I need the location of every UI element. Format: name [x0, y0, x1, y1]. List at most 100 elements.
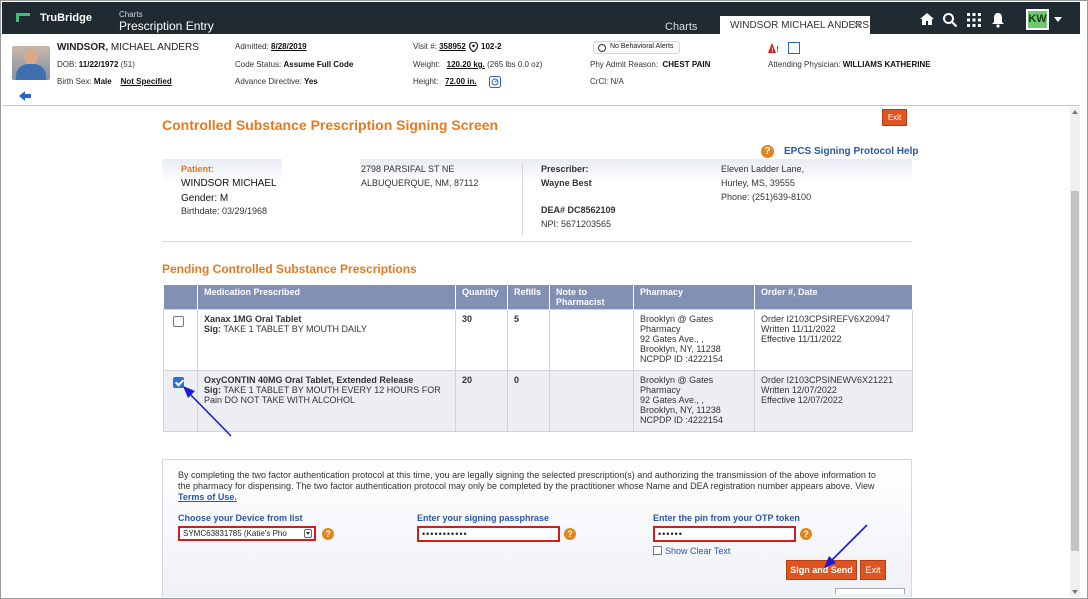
tab-patient-label: WINDSOR MICHAEL ANDERS	[730, 20, 870, 31]
medication-sig: Sig: TAKE 1 TABLET BY MOUTH EVERY 12 HOU…	[204, 385, 441, 405]
sign-and-send-button[interactable]: Sign and Send	[786, 560, 857, 580]
scroll-thumb[interactable]	[1071, 191, 1079, 551]
behavioral-alerts-badge[interactable]: No Behavioral Alerts	[593, 41, 681, 54]
header-medication: Medication Prescribed	[197, 285, 456, 310]
header-order: Order #, Date	[754, 285, 913, 310]
scroll-down-icon[interactable]	[1072, 590, 1078, 594]
back-arrow-icon[interactable]	[19, 91, 31, 101]
quantity-cell: 30	[455, 309, 508, 371]
note-cell	[549, 370, 634, 432]
device-help-icon[interactable]: ?	[322, 528, 334, 540]
legal-notice: By completing the two factor authenticat…	[178, 470, 876, 502]
pharmacy-line: Brooklyn @ Gates	[640, 314, 714, 324]
pending-prescriptions-table: Medication Prescribed Quantity Refills N…	[163, 285, 913, 432]
screen-title: Controlled Substance Prescription Signin…	[162, 117, 499, 133]
pin-help-icon[interactable]: ?	[800, 528, 812, 540]
home-icon[interactable]	[919, 12, 935, 26]
patient-photo	[12, 46, 50, 80]
alert-circle-icon	[598, 44, 606, 52]
dob: DOB: 11/22/1972 (51)	[57, 60, 135, 69]
order-line: Effective 11/11/2022	[761, 334, 842, 344]
svg-text:!: !	[771, 48, 773, 54]
attending-physician: Attending Physician: WILLIAMS KATHERINE	[768, 60, 931, 69]
visit-number: Visit #: 358952	[413, 42, 466, 51]
order-line: Order I2103CPSIREFV6X20947	[761, 314, 891, 324]
user-avatar[interactable]: KW	[1026, 9, 1049, 30]
show-clear-text[interactable]: Show Clear Text	[653, 546, 730, 556]
pharmacy-line: NCPDP ID :4222154	[640, 354, 723, 364]
device-select[interactable]: SYMC63831785 (Katie's Pho	[178, 526, 316, 541]
admitted: Admitted: 8/28/2019	[235, 42, 307, 51]
height-history-icon[interactable]	[489, 76, 501, 88]
chevron-down-icon[interactable]	[1054, 17, 1062, 22]
tab-patient[interactable]: WINDSOR MICHAEL ANDERS ✕	[720, 16, 870, 35]
vertical-scrollbar[interactable]	[1070, 107, 1080, 597]
pharmacy-line: Brooklyn, NY, 11238	[640, 405, 721, 415]
trubridge-logo-icon	[16, 13, 30, 22]
show-clear-checkbox[interactable]	[653, 546, 662, 555]
weight: Weight: 120.20 kg. (265 lbs 0.0 oz)	[413, 60, 543, 69]
passphrase-label: Enter your signing passphrase	[417, 513, 550, 523]
order-line: Written 12/07/2022	[761, 385, 837, 395]
row-checkbox[interactable]	[173, 377, 184, 388]
advance-directive: Advance Directive: Yes	[235, 77, 318, 86]
patient-header: WINDSOR, MICHAEL ANDERS DOB: 11/22/1972 …	[2, 34, 1080, 106]
partial-element	[835, 588, 905, 594]
admit-reason: Phy Admit Reason: CHEST PAIN	[590, 60, 711, 69]
passphrase-help-icon[interactable]: ?	[564, 528, 576, 540]
pharmacy-line: Brooklyn, NY, 11238	[640, 344, 721, 354]
row-checkbox[interactable]	[173, 316, 184, 327]
prescriber-address-line1: Eleven Ladder Lane,	[721, 164, 805, 174]
scroll-up-icon[interactable]	[1072, 110, 1078, 114]
passphrase-input[interactable]: •••••••••••	[417, 526, 560, 542]
patient-birthdate: Birthdate: 03/29/1968	[181, 206, 268, 216]
order-cell: Order I2103CPSINEWV6X21221 Written 12/07…	[754, 370, 913, 432]
edit-icon[interactable]	[788, 42, 800, 54]
header-pharmacy: Pharmacy	[633, 285, 755, 310]
header-refills: Refills	[507, 285, 550, 310]
apps-grid-icon[interactable]	[967, 13, 981, 27]
medication-name: OxyCONTIN 40MG Oral Tablet, Extended Rel…	[204, 375, 414, 385]
prescriber-dea: DEA# DC8562109	[541, 205, 616, 215]
header-quantity: Quantity	[455, 285, 508, 310]
allergy-warning-icon[interactable]: !!	[768, 42, 782, 54]
prescriber-phone: Phone: (251)639-8100	[721, 192, 812, 202]
help-icon[interactable]: ?	[761, 145, 774, 158]
pharmacy-line: Pharmacy	[640, 385, 681, 395]
device-label: Choose your Device from list	[178, 513, 303, 523]
section-divider	[162, 241, 912, 242]
epcs-help-link[interactable]: EPCS Signing Protocol Help	[784, 146, 918, 157]
section-label: Charts	[119, 10, 143, 19]
exit-button-bottom[interactable]: Exit	[860, 560, 886, 580]
otp-pin-input[interactable]: ••••••	[653, 526, 796, 542]
app-window: TruBridge Charts Prescription Entry Char…	[0, 0, 1088, 599]
table-row: OxyCONTIN 40MG Oral Tablet, Extended Rel…	[163, 370, 913, 432]
close-icon[interactable]: ✕	[852, 18, 862, 32]
redacted-area	[282, 159, 360, 245]
refills-cell: 0	[507, 370, 550, 432]
crcl: CrCl: N/A	[590, 77, 624, 86]
patient-prescriber-panel: Patient: WINDSOR MICHAEL Gender: M Birth…	[162, 159, 912, 245]
medication-cell: Xanax 1MG Oral Tablet Sig: TAKE 1 TABLET…	[197, 309, 456, 371]
birth-sex: Birth Sex: Male Not Specified	[57, 77, 172, 86]
pharmacy-cell: Brooklyn @ Gates Pharmacy 92 Gates Ave.,…	[633, 370, 755, 432]
bell-icon[interactable]	[991, 12, 1005, 28]
header-select	[163, 285, 198, 310]
prescriber-npi: NPI: 5671203565	[541, 219, 612, 229]
page-title: Prescription Entry	[119, 19, 214, 33]
height: Height: 72.00 in.	[413, 77, 477, 86]
order-line: Written 11/11/2022	[761, 324, 836, 334]
medication-sig: Sig: TAKE 1 TABLET BY MOUTH DAILY	[204, 324, 367, 334]
search-icon[interactable]	[942, 12, 958, 28]
chevron-down-icon	[304, 529, 312, 538]
room: 102-2	[481, 42, 502, 51]
tab-charts[interactable]: Charts	[665, 21, 697, 33]
code-status: Code Status: Assume Full Code	[235, 60, 354, 69]
authentication-panel: By completing the two factor authenticat…	[162, 459, 912, 597]
order-line: Order I2103CPSINEWV6X21221	[761, 375, 894, 385]
pharmacy-line: Pharmacy	[640, 324, 681, 334]
terms-of-use-link[interactable]: Terms of Use.	[178, 492, 237, 502]
exit-button-top[interactable]: Exit	[882, 109, 907, 126]
header-note: Note to Pharmacist	[549, 285, 634, 310]
refills-cell: 5	[507, 309, 550, 371]
